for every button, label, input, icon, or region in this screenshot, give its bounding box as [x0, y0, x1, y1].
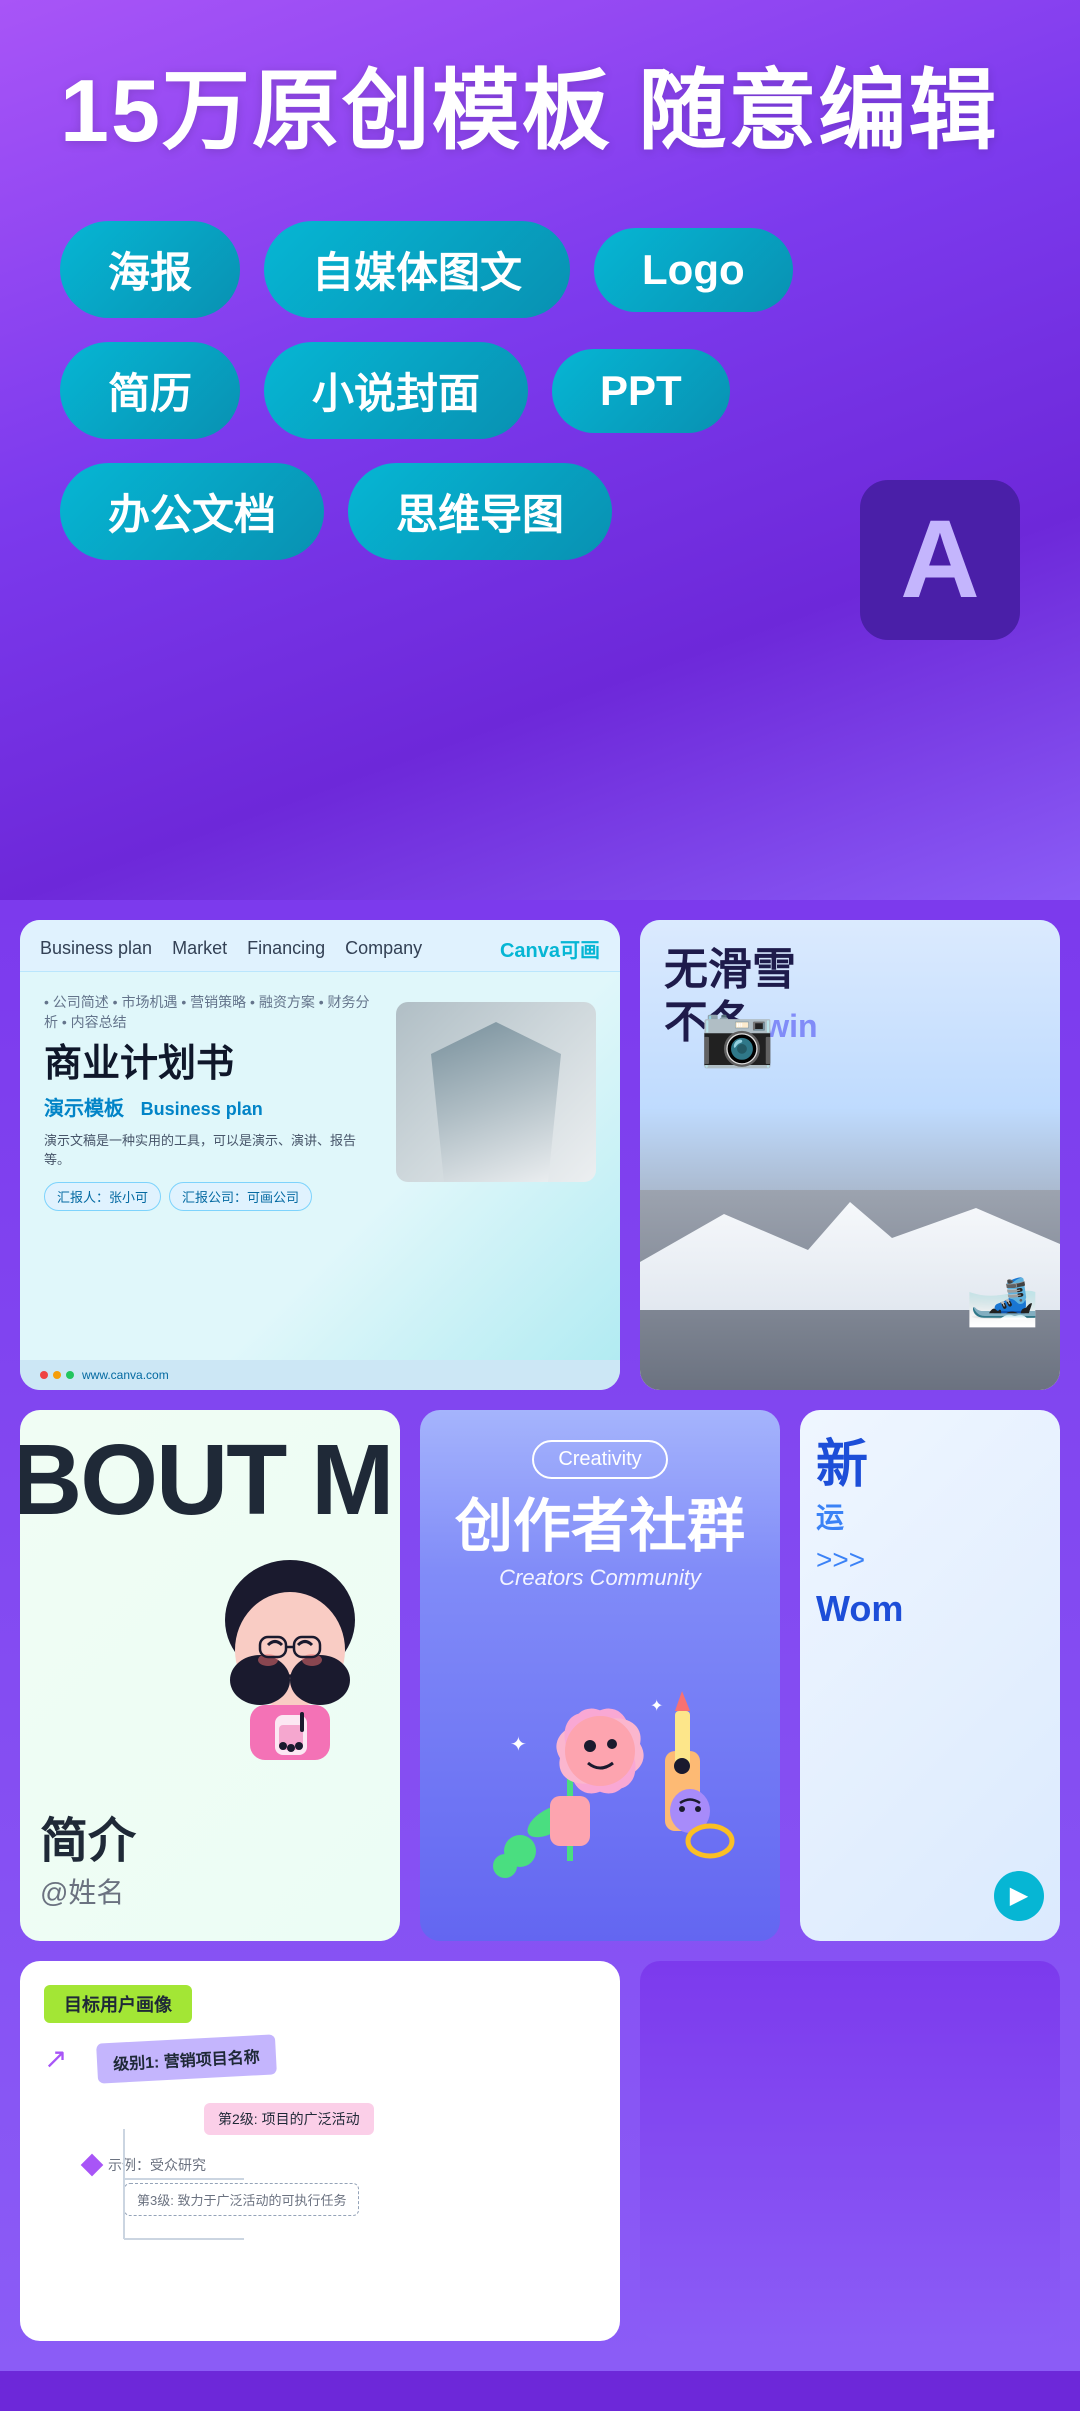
card-mindmap[interactable]: 目标用户画像 ↗ 级别1: 营销项目名称 第2级: 项目的广泛活动 [20, 1961, 620, 2341]
tag-row-1: 海报 自媒体图文 Logo [60, 221, 1020, 318]
card-snow[interactable]: 无滑雪 不冬 win 📷 🎿 [640, 920, 1060, 1390]
mindmap-diamond [81, 2153, 104, 2176]
mindmap-node-mid: 第2级: 项目的广泛活动 [204, 2103, 374, 2135]
adobe-icon[interactable]: A [860, 480, 1020, 640]
dot-green [66, 1371, 74, 1379]
nav-company: Company [345, 938, 422, 959]
card-breadcrumb: • 公司简述 • 市场机遇 • 营销策略 • 融资方案 • 财务分析 • 内容总… [44, 992, 380, 1032]
creativity-subtitle: Creators Community [499, 1565, 701, 1591]
canva-logo: Canva可画 [500, 934, 600, 963]
cards-section: Business plan Market Financing Company C… [0, 900, 1080, 2371]
card-text: • 公司简述 • 市场机遇 • 营销策略 • 融资方案 • 财务分析 • 内容总… [44, 992, 380, 1340]
play-icon: ▶ [1010, 1881, 1028, 1910]
cards-row-3: 目标用户画像 ↗ 级别1: 营销项目名称 第2级: 项目的广泛活动 [0, 1951, 1080, 2371]
tag-resume[interactable]: 简历 [60, 342, 240, 439]
card-tag-reporter: 汇报人：张小可 [44, 1182, 161, 1211]
card-subtitle-cn: 演示模板 Business plan [44, 1092, 380, 1121]
building-shape [431, 1022, 561, 1182]
card-building-image [396, 1002, 596, 1182]
bottom-bar [0, 2371, 1080, 2411]
wom-title-line2: 运 [816, 1496, 1044, 1536]
creativity-title: 创作者社群 [455, 1495, 745, 1559]
mindmap-label: 目标用户画像 [44, 1985, 192, 2023]
tag-media[interactable]: 自媒体图文 [264, 221, 570, 318]
card-tags: 汇报人：张小可 汇报公司：可画公司 [44, 1182, 380, 1211]
wom-text: Wom [816, 1588, 1044, 1630]
creativity-illustration: ✦ ✦ [440, 1611, 760, 1911]
mindmap-arrow-icon: ↗ [44, 2042, 67, 2075]
creativity-badge: Creativity [532, 1440, 667, 1479]
mindmap-node-last: 第3级: 致力于广泛活动的可执行任务 [124, 2183, 359, 2216]
tag-poster[interactable]: 海报 [60, 221, 240, 318]
card-main-title: 商业计划书 [44, 1042, 380, 1088]
about-label: 简介 [40, 1801, 380, 1871]
about-bg-text: BOUT M [20, 1430, 392, 1530]
nav-business: Business plan [40, 938, 152, 959]
card-header: Business plan Market Financing Company C… [20, 920, 620, 972]
mindmap-content: ↗ 级别1: 营销项目名称 第2级: 项目的广泛活动 示例：受众研究 [44, 2039, 596, 2216]
dot-red [40, 1371, 48, 1379]
about-bottom-text: 简介 @姓名 [40, 1801, 380, 1911]
wom-arrows: >>> [816, 1544, 1044, 1576]
card-tag-company: 汇报公司：可画公司 [169, 1182, 312, 1211]
dot-yellow [53, 1371, 61, 1379]
card-creativity[interactable]: Creativity 创作者社群 Creators Community [420, 1410, 780, 1941]
about-character [190, 1540, 390, 1760]
skier-figure: 🎿 [965, 1259, 1040, 1330]
card-content: • 公司简述 • 市场机遇 • 营销策略 • 融资方案 • 财务分析 • 内容总… [20, 972, 620, 1360]
card-about-me[interactable]: BOUT M [20, 1410, 400, 1941]
snow-mountain: 🎿 [640, 1130, 1060, 1390]
snow-title-line1: 无滑雪 [664, 944, 1036, 997]
hero-title: 15万原创模板 随意编辑 [60, 60, 1020, 161]
nav-financing: Financing [247, 938, 325, 959]
tag-office[interactable]: 办公文档 [60, 463, 324, 560]
tag-mindmap[interactable]: 思维导图 [348, 463, 612, 560]
nav-market: Market [172, 938, 227, 959]
cards-row-1: Business plan Market Financing Company C… [0, 900, 1080, 1400]
about-username: @姓名 [40, 1877, 124, 1908]
card-dots [40, 1371, 74, 1379]
tag-logo[interactable]: Logo [594, 228, 793, 312]
cards-row-2: BOUT M [0, 1400, 1080, 1951]
card-mindmap-right [640, 1961, 1060, 2341]
flower-svg: ✦ ✦ [450, 1611, 750, 1911]
mindmap-node-small: 示例：受众研究 [108, 2155, 206, 2175]
card-business-plan[interactable]: Business plan Market Financing Company C… [20, 920, 620, 1390]
camera-icon: 📷 [700, 1000, 775, 1071]
card-desc: 演示文稿是一种实用的工具，可以是演示、演讲、报告等。 [44, 1131, 380, 1170]
hero-section: 15万原创模板 随意编辑 海报 自媒体图文 Logo 简历 小说封面 PPT 办… [0, 0, 1080, 900]
wom-title-line1: 新 [816, 1434, 1044, 1496]
character-svg [190, 1540, 390, 1760]
mindmap-node-main: 级别1: 营销项目名称 [97, 2034, 278, 2083]
card-wom[interactable]: 新 运 >>> Wom ▶ [800, 1410, 1060, 1941]
wom-play-button[interactable]: ▶ [994, 1871, 1044, 1921]
tag-novel[interactable]: 小说封面 [264, 342, 528, 439]
svg-text:✦: ✦ [510, 1734, 527, 1756]
card-url: www.canva.com [82, 1368, 169, 1382]
adobe-a-letter: A [900, 505, 979, 615]
svg-text:✦: ✦ [650, 1698, 663, 1715]
tag-row-2: 简历 小说封面 PPT [60, 342, 1020, 439]
tag-ppt[interactable]: PPT [552, 349, 730, 433]
card-footer: www.canva.com [20, 1360, 620, 1390]
